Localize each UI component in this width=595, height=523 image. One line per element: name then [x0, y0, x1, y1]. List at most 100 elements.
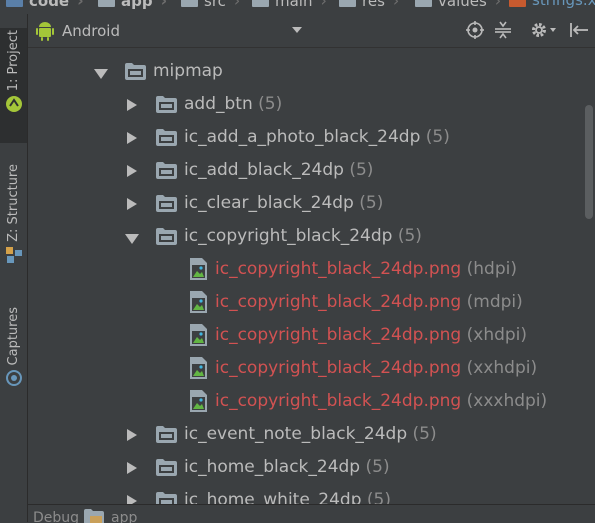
breadcrumb-main[interactable]: main ›: [252, 0, 327, 10]
vertical-scrollbar[interactable]: [581, 48, 595, 504]
navigation-breadcrumb-bar: code › app › src › main › res › values ›…: [0, 0, 595, 15]
file-name: ic_copyright_black_24dp.png: [215, 391, 462, 411]
chevron-right-icon[interactable]: [127, 198, 137, 210]
tree-node-folder[interactable]: ic_home_black_24dp (5): [28, 452, 581, 485]
folder-icon: [156, 459, 177, 476]
folder-icon: [98, 0, 115, 7]
density-qualifier: (mdpi): [466, 292, 523, 312]
breadcrumb-strings[interactable]: strings.x: [509, 0, 595, 9]
debug-tab-label[interactable]: Debug: [33, 510, 79, 523]
tree-node-folder[interactable]: ic_clear_black_24dp (5): [28, 188, 581, 221]
file-count: (5): [258, 94, 283, 114]
folder-icon: [156, 162, 177, 179]
breadcrumb-label: strings.x: [532, 0, 595, 9]
file-name: ic_copyright_black_24dp.png: [215, 325, 462, 345]
breadcrumb-label: src: [204, 0, 226, 10]
tree-node-folder[interactable]: ic_add_black_24dp (5): [28, 155, 581, 188]
folder-icon: [156, 96, 177, 113]
breadcrumb-app[interactable]: app ›: [98, 0, 167, 10]
view-type-label: Android: [62, 22, 120, 40]
file-name: ic_copyright_black_24dp.png: [215, 259, 462, 279]
bottom-tool-bar: Debug app: [28, 504, 595, 523]
project-toolbar: Android: [28, 14, 595, 48]
tab-project[interactable]: 1: Project: [0, 28, 27, 143]
tree-node-image-file[interactable]: ic_copyright_black_24dp.png (xhdpi): [28, 320, 581, 353]
chevron-down-icon[interactable]: [125, 234, 139, 244]
folder-icon: [156, 228, 177, 245]
breadcrumb-label: app: [121, 0, 153, 10]
tree-node-label: ic_add_a_photo_black_24dp: [184, 127, 421, 147]
breadcrumb-values[interactable]: values ›: [415, 0, 501, 10]
tree-node-image-file[interactable]: ic_copyright_black_24dp.png (xxxhdpi): [28, 386, 581, 419]
debug-config-label[interactable]: app: [111, 510, 137, 523]
image-file-icon: [190, 291, 207, 313]
breadcrumb-label: res: [362, 0, 385, 10]
locate-icon[interactable]: [465, 20, 485, 40]
file-count: (5): [359, 193, 384, 213]
chevron-right-icon[interactable]: [127, 132, 137, 144]
breadcrumb-label: values: [438, 0, 487, 10]
chevron-right-icon: ›: [77, 0, 84, 10]
breadcrumb-label: main: [275, 0, 313, 10]
chevron-right-icon[interactable]: [127, 429, 137, 441]
image-file-icon: [190, 324, 207, 346]
tree-node-image-file[interactable]: ic_copyright_black_24dp.png (xxhdpi): [28, 353, 581, 386]
chevron-down-icon: [292, 27, 302, 33]
collapse-all-icon[interactable]: [493, 20, 513, 40]
tab-captures-label: Captures: [6, 307, 21, 366]
view-type-select[interactable]: Android: [36, 19, 308, 43]
folder-icon: [156, 129, 177, 146]
folder-icon: [156, 492, 177, 504]
breadcrumb-code[interactable]: code ›: [6, 0, 84, 10]
tree-node-mipmap[interactable]: mipmap: [28, 56, 581, 89]
folder-icon: [252, 0, 269, 7]
breadcrumb-src[interactable]: src ›: [181, 0, 240, 10]
chevron-right-icon: ›: [320, 0, 327, 10]
chevron-right-icon[interactable]: [127, 495, 137, 504]
tree-node-folder[interactable]: ic_add_a_photo_black_24dp (5): [28, 122, 581, 155]
tool-window-strip: 1: Project Z: Structure Captures: [0, 14, 28, 522]
xml-file-icon: [509, 0, 526, 7]
file-count: (5): [366, 490, 392, 504]
file-name: ic_copyright_black_24dp.png: [215, 292, 462, 312]
tree-node-image-file[interactable]: ic_copyright_black_24dp.png (hdpi): [28, 254, 581, 287]
folder-icon: [156, 426, 177, 443]
image-file-icon: [190, 258, 207, 280]
file-count: (5): [349, 160, 374, 180]
tree-node-label: ic_copyright_black_24dp: [184, 226, 393, 246]
tree-node-folder[interactable]: ic_home_white_24dp (5): [28, 485, 581, 504]
chevron-right-icon: ›: [392, 0, 400, 10]
tree-node-folder-expanded[interactable]: ic_copyright_black_24dp (5): [28, 221, 581, 254]
density-qualifier: (xhdpi): [466, 325, 528, 345]
tree-node-image-file[interactable]: ic_copyright_black_24dp.png (mdpi): [28, 287, 581, 320]
tab-structure[interactable]: Z: Structure: [0, 164, 27, 274]
hide-panel-icon[interactable]: [568, 20, 590, 40]
tree-node-label: ic_event_note_black_24dp: [184, 424, 408, 444]
breadcrumb-res[interactable]: res ›: [339, 0, 399, 10]
chevron-right-icon[interactable]: [127, 165, 137, 177]
tree-node-label: ic_add_black_24dp: [184, 160, 344, 180]
android-icon: [5, 96, 22, 113]
chevron-down-icon[interactable]: [94, 69, 108, 79]
file-count: (5): [425, 127, 450, 147]
folder-icon: [415, 0, 432, 7]
captures-icon: [5, 370, 22, 387]
tree-node-label: ic_home_white_24dp: [184, 490, 362, 504]
tab-structure-label: Z: Structure: [6, 164, 21, 242]
chevron-right-icon[interactable]: [127, 462, 137, 474]
file-count: (5): [365, 457, 390, 477]
tab-captures[interactable]: Captures: [0, 307, 27, 402]
settings-gear-icon[interactable]: [530, 20, 558, 40]
resource-folder-icon: [339, 0, 356, 7]
file-count: (5): [412, 424, 437, 444]
chevron-right-icon[interactable]: [127, 99, 137, 111]
folder-icon: [156, 195, 177, 212]
density-qualifier: (xxxhdpi): [466, 391, 548, 411]
scrollbar-thumb[interactable]: [585, 105, 593, 219]
tree-node-folder[interactable]: ic_event_note_black_24dp (5): [28, 419, 581, 452]
structure-icon: [5, 246, 22, 263]
tree-node-label: mipmap: [153, 61, 223, 81]
project-tree[interactable]: mipmap add_btn (5) ic_add_a_photo_black_…: [28, 48, 581, 504]
tree-node-folder[interactable]: add_btn (5): [28, 89, 581, 122]
file-count: (5): [397, 226, 422, 246]
